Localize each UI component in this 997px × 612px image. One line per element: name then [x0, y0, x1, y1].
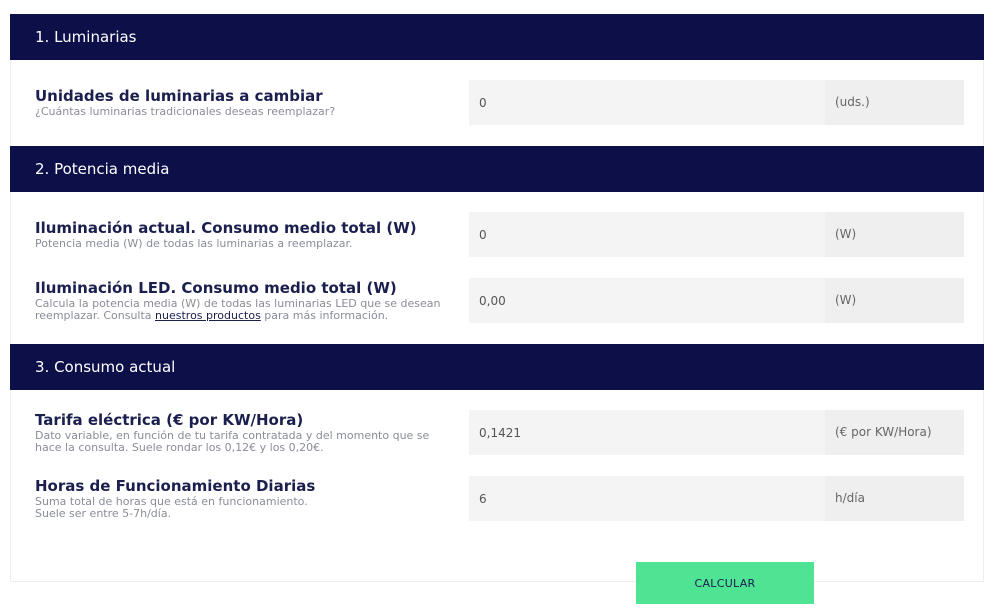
tarifa-field: (€ por KW/Hora): [469, 410, 964, 455]
unidades-field: (uds.): [469, 80, 964, 125]
row-label: Horas de Funcionamiento Diarias Suma tot…: [35, 477, 455, 520]
row-description: Calcula la potencia media (W) de todas l…: [35, 298, 455, 322]
row-title: Horas de Funcionamiento Diarias: [35, 477, 316, 495]
iluminacion-actual-input[interactable]: [469, 212, 825, 257]
nuestros-productos-link[interactable]: nuestros productos: [155, 309, 261, 322]
row-description: ¿Cuántas luminarias tradicionales deseas…: [35, 105, 336, 118]
unit-label: (W): [825, 278, 964, 323]
tarifa-input[interactable]: [469, 410, 825, 455]
row-label: Iluminación actual. Consumo medio total …: [35, 219, 455, 250]
iluminacion-actual-field: (W): [469, 212, 964, 257]
horas-input[interactable]: [469, 476, 825, 521]
section-header-luminarias: 1. Luminarias: [10, 14, 984, 60]
row-title: Iluminación actual. Consumo medio total …: [35, 219, 417, 237]
row-label: Tarifa eléctrica (€ por KW/Hora) Dato va…: [35, 411, 455, 454]
section-title: 3. Consumo actual: [35, 358, 176, 376]
section-header-potencia: 2. Potencia media: [10, 146, 984, 192]
section-title: 2. Potencia media: [35, 160, 170, 178]
unit-label: (W): [825, 212, 964, 257]
iluminacion-led-field: (W): [469, 278, 964, 323]
calcular-button[interactable]: CALCULAR: [636, 562, 814, 604]
unit-label: (€ por KW/Hora): [825, 410, 964, 455]
unit-label: (uds.): [825, 80, 964, 125]
description-text: para más información.: [260, 309, 389, 322]
horas-field: h/día: [469, 476, 964, 521]
section-header-consumo: 3. Consumo actual: [10, 344, 984, 390]
row-title: Tarifa eléctrica (€ por KW/Hora): [35, 411, 304, 429]
unit-label: h/día: [825, 476, 964, 521]
iluminacion-led-input[interactable]: [469, 278, 825, 323]
section-title: 1. Luminarias: [35, 28, 137, 46]
row-description: Potencia media (W) de todas las luminari…: [35, 237, 353, 250]
row-description: Dato variable, en función de tu tarifa c…: [35, 429, 430, 454]
row-title: Unidades de luminarias a cambiar: [35, 87, 323, 105]
row-description: Suele ser entre 5-7h/día.: [35, 507, 172, 520]
row-label: Iluminación LED. Consumo medio total (W)…: [35, 279, 455, 322]
row-label: Unidades de luminarias a cambiar ¿Cuánta…: [35, 87, 455, 118]
row-title: Iluminación LED. Consumo medio total (W): [35, 279, 397, 297]
unidades-input[interactable]: [469, 80, 825, 125]
